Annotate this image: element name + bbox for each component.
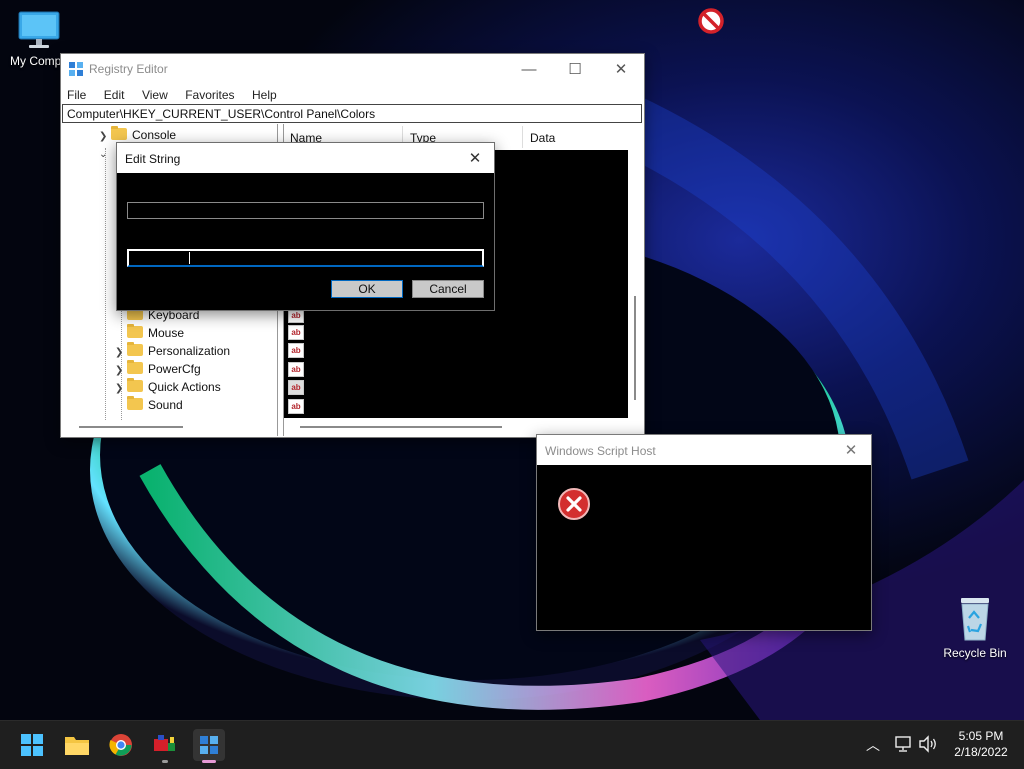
string-value-icon[interactable]: ab (288, 343, 304, 358)
menu-bar: File Edit View Favorites Help (67, 86, 290, 104)
folder-icon (127, 360, 143, 374)
close-button[interactable]: ✕ (833, 435, 869, 465)
folder-icon (127, 342, 143, 356)
minimize-button[interactable]: — (506, 54, 552, 84)
tree-item-personalization[interactable]: ❯ Personalization (115, 342, 230, 358)
close-button[interactable]: ✕ (457, 143, 493, 173)
show-hidden-icons-button[interactable]: ︿ (866, 735, 880, 755)
start-button[interactable] (16, 729, 48, 761)
dialog-title: Windows Script Host (545, 444, 656, 458)
chevron-right-icon[interactable]: ❯ (99, 131, 111, 142)
network-icon[interactable] (894, 735, 912, 758)
address-path: Computer\HKEY_CURRENT_USER\Control Panel… (67, 107, 376, 121)
folder-icon (111, 126, 127, 140)
registry-editor-app-icon (68, 61, 84, 80)
dialog-title: Edit String (125, 152, 181, 166)
value-name-field[interactable] (127, 202, 484, 219)
string-value-icon[interactable]: ab (288, 380, 304, 395)
string-value-icon[interactable]: ab (288, 362, 304, 377)
taskbar-registry-editor[interactable] (193, 729, 225, 763)
maximize-button[interactable]: ☐ (552, 54, 598, 84)
tree-item-console[interactable]: ❯ Console (99, 126, 176, 142)
clock-time: 5:05 PM (958, 729, 1004, 743)
edit-string-dialog: Edit String ✕ OK Cancel (116, 142, 495, 311)
clock[interactable]: 5:05 PM 2/18/2022 (946, 728, 1016, 760)
running-indicator (162, 760, 168, 763)
menu-help[interactable]: Help (252, 88, 277, 102)
menu-favorites[interactable]: Favorites (185, 88, 234, 102)
horizontal-scrollbar-thumb[interactable] (300, 426, 502, 428)
folder-icon (127, 324, 143, 338)
address-bar[interactable]: Computer\HKEY_CURRENT_USER\Control Panel… (62, 104, 642, 123)
folder-icon (127, 378, 143, 392)
value-data-field[interactable] (127, 249, 484, 267)
taskbar-file-explorer[interactable] (61, 729, 93, 761)
registry-editor-titlebar[interactable]: Registry Editor — ☐ ✕ (61, 54, 644, 84)
tree-item-quick-actions[interactable]: ❯ Quick Actions (115, 378, 221, 394)
taskbar-chrome[interactable] (105, 729, 137, 761)
cancel-button[interactable]: Cancel (412, 280, 484, 298)
error-icon (557, 487, 591, 526)
menu-edit[interactable]: Edit (104, 88, 125, 102)
string-value-icon[interactable]: ab (288, 399, 304, 414)
window-title: Registry Editor (89, 62, 168, 76)
taskbar-app-tools[interactable] (149, 729, 181, 763)
chevron-up-icon: ︿ (866, 737, 880, 753)
close-button[interactable]: ✕ (598, 54, 644, 84)
recycle-bin-icon (961, 598, 989, 641)
menu-view[interactable]: View (142, 88, 168, 102)
text-cursor (189, 252, 190, 264)
registry-icon (200, 736, 218, 754)
string-value-icon[interactable]: ab (288, 325, 304, 340)
tree-item-sound[interactable]: Sound (127, 396, 183, 412)
chrome-icon (109, 734, 132, 756)
tree-guide-line (105, 148, 107, 420)
desktop-icon-recycle-bin[interactable]: Recycle Bin (940, 596, 1010, 660)
no-entry-icon (698, 8, 724, 39)
tools-icon (154, 735, 175, 751)
tree-item-powercfg[interactable]: ❯ PowerCfg (115, 360, 201, 376)
monitor-icon (18, 11, 60, 48)
script-host-titlebar[interactable]: Windows Script Host ✕ (537, 435, 871, 465)
column-data[interactable]: Data (530, 131, 555, 145)
vertical-scrollbar-thumb[interactable] (634, 296, 636, 400)
active-indicator (202, 760, 216, 763)
desktop-icon-label: Recycle Bin (943, 646, 1007, 660)
folder-icon (127, 396, 143, 410)
ok-button[interactable]: OK (331, 280, 403, 298)
volume-icon[interactable] (918, 735, 938, 758)
tree-item-mouse[interactable]: Mouse (127, 324, 184, 340)
column-divider[interactable] (522, 126, 523, 148)
tree-horizontal-scrollbar[interactable] (79, 426, 183, 428)
windows-logo-icon (21, 734, 43, 756)
menu-file[interactable]: File (67, 88, 86, 102)
clock-date: 2/18/2022 (954, 745, 1008, 759)
script-host-dialog: Windows Script Host ✕ (536, 434, 872, 631)
folder-icon (65, 737, 89, 755)
edit-string-titlebar[interactable]: Edit String ✕ (117, 143, 494, 173)
taskbar: ︿ 5:05 PM 2/18/2022 (0, 720, 1024, 769)
